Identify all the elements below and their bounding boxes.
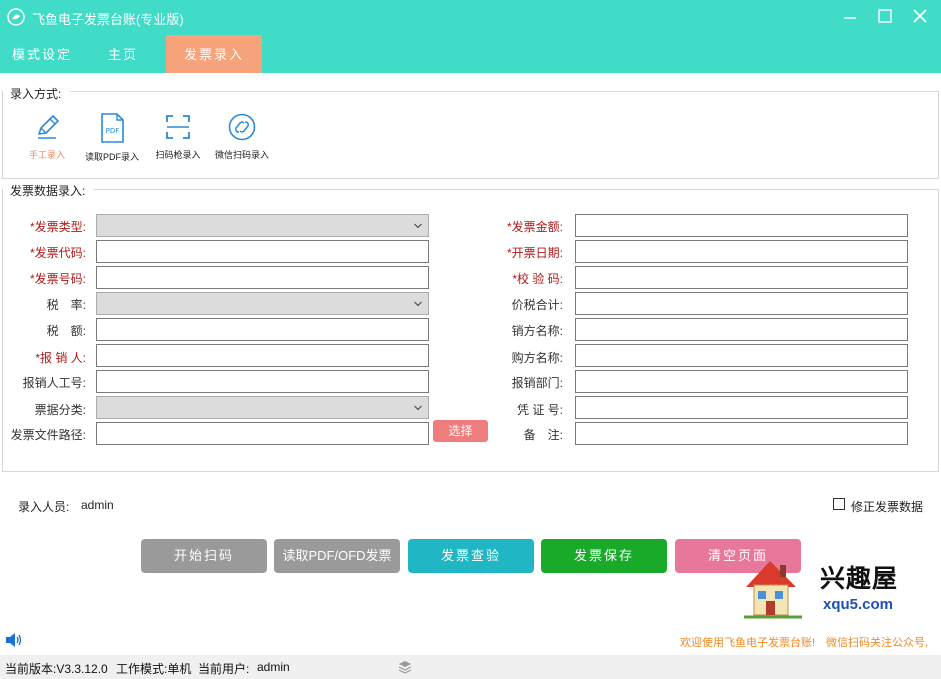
label-invoice-type: *发票类型: xyxy=(29,220,86,234)
watermark-url: xqu5.com xyxy=(823,596,894,613)
method-label: 手工录入 xyxy=(28,150,65,160)
pencil-icon xyxy=(38,115,59,139)
total-with-tax-input[interactable] xyxy=(575,292,908,315)
label-issue-date: *开票日期: xyxy=(506,246,563,260)
fix-data-label: 修正发票数据 xyxy=(851,500,924,514)
verify-invoice-button[interactable]: 发票查验 xyxy=(408,539,534,573)
method-label: 扫码枪录入 xyxy=(155,150,201,160)
fix-data-checkbox[interactable] xyxy=(833,498,845,510)
seller-name-input[interactable] xyxy=(575,318,908,341)
file-path-input[interactable] xyxy=(96,422,429,445)
label-check-code: *校 验 码: xyxy=(512,272,563,286)
start-scan-button[interactable]: 开始扫码 xyxy=(141,539,267,573)
svg-text:PDF: PDF xyxy=(106,127,120,135)
method-manual[interactable]: 手工录入 xyxy=(24,112,70,161)
label-tax-amount: 税 额: xyxy=(46,324,86,338)
method-wechat-scan[interactable]: 微信扫码录入 xyxy=(214,112,270,161)
invoice-type-select[interactable] xyxy=(96,214,429,237)
reimburser-input[interactable] xyxy=(96,344,429,367)
label-total-with-tax: 价税合计: xyxy=(511,298,563,312)
tab-mode-settings[interactable]: 模式设定 xyxy=(0,35,84,73)
watermark-text: 兴趣屋 xyxy=(820,565,899,593)
label-file-path: 发票文件路径: xyxy=(10,428,86,442)
method-scanner[interactable]: 扫码枪录入 xyxy=(154,112,202,161)
pdf-file-icon: PDF xyxy=(101,113,124,143)
check-code-input[interactable] xyxy=(575,266,908,289)
method-label: 读取PDF录入 xyxy=(84,152,139,162)
tax-rate-select[interactable] xyxy=(96,292,429,315)
welcome-marquee: 欢迎使用飞鱼电子发票台账! 微信扫码关注公众号, xyxy=(680,637,929,649)
label-seller-name: 销方名称: xyxy=(511,324,563,338)
voucher-number-input[interactable] xyxy=(575,396,908,419)
remark-input[interactable] xyxy=(575,422,908,445)
tab-invoice-entry[interactable]: 发票录入 xyxy=(166,35,262,73)
scan-frame-icon xyxy=(166,115,190,139)
department-input[interactable] xyxy=(575,370,908,393)
label-department: 报销部门: xyxy=(511,376,563,390)
employee-id-input[interactable] xyxy=(96,370,429,393)
label-remark: 备 注: xyxy=(523,428,563,442)
title-bar: 飞鱼电子发票台账(专业版) xyxy=(0,0,941,35)
bill-category-select[interactable] xyxy=(96,396,429,419)
input-method-title: 录入方式: xyxy=(10,85,66,102)
status-user-label: 当前用户: xyxy=(198,662,250,676)
label-invoice-code: *发票代码: xyxy=(29,246,86,260)
invoice-form-title: 发票数据录入: xyxy=(10,182,90,199)
label-voucher-number: 凭 证 号: xyxy=(516,403,563,417)
choose-file-button[interactable]: 选择 xyxy=(433,420,488,442)
link-circle-icon xyxy=(228,113,256,141)
input-method-divider xyxy=(70,91,939,92)
label-invoice-number: *发票号码: xyxy=(29,272,86,286)
label-reimburser: *报 销 人: xyxy=(35,351,86,365)
label-bill-category: 票据分类: xyxy=(34,403,86,417)
chevron-down-icon xyxy=(414,405,422,411)
label-tax-rate: 税 率: xyxy=(46,298,86,312)
label-invoice-amount: *发票金额: xyxy=(506,220,563,234)
invoice-amount-input[interactable] xyxy=(575,214,908,237)
speaker-icon[interactable] xyxy=(5,632,23,648)
tab-home[interactable]: 主页 xyxy=(96,35,150,73)
chevron-down-icon xyxy=(414,223,422,229)
minimize-icon[interactable] xyxy=(838,5,862,29)
entry-person-label: 录入人员: xyxy=(18,500,70,514)
save-invoice-button[interactable]: 发票保存 xyxy=(541,539,667,573)
invoice-code-input[interactable] xyxy=(96,240,429,263)
window-title: 飞鱼电子发票台账(专业版) xyxy=(32,12,184,27)
status-mode: 工作模式:单机 xyxy=(116,662,192,676)
chevron-down-icon xyxy=(414,301,422,307)
tax-amount-input[interactable] xyxy=(96,318,429,341)
app-logo-icon xyxy=(7,8,25,26)
entry-person-value: admin xyxy=(81,498,114,512)
method-label: 微信扫码录入 xyxy=(214,150,269,160)
invoice-number-input[interactable] xyxy=(96,266,429,289)
close-icon[interactable] xyxy=(908,5,932,29)
layers-icon xyxy=(398,661,412,674)
buyer-name-input[interactable] xyxy=(575,344,908,367)
menu-bar: 模式设定 主页 发票录入 xyxy=(0,35,941,73)
read-pdf-ofd-button[interactable]: 读取PDF/OFD发票 xyxy=(274,539,400,573)
maximize-icon[interactable] xyxy=(873,5,897,29)
issue-date-input[interactable] xyxy=(575,240,908,263)
method-pdf[interactable]: PDF 读取PDF录入 xyxy=(84,112,140,163)
status-user: admin xyxy=(257,660,290,674)
label-employee-id: 报销人工号: xyxy=(22,376,86,390)
invoice-form-divider xyxy=(94,189,939,190)
status-version: 当前版本:V3.3.12.0 xyxy=(5,662,108,676)
input-method-group xyxy=(2,91,939,179)
label-buyer-name: 购方名称: xyxy=(511,351,563,365)
